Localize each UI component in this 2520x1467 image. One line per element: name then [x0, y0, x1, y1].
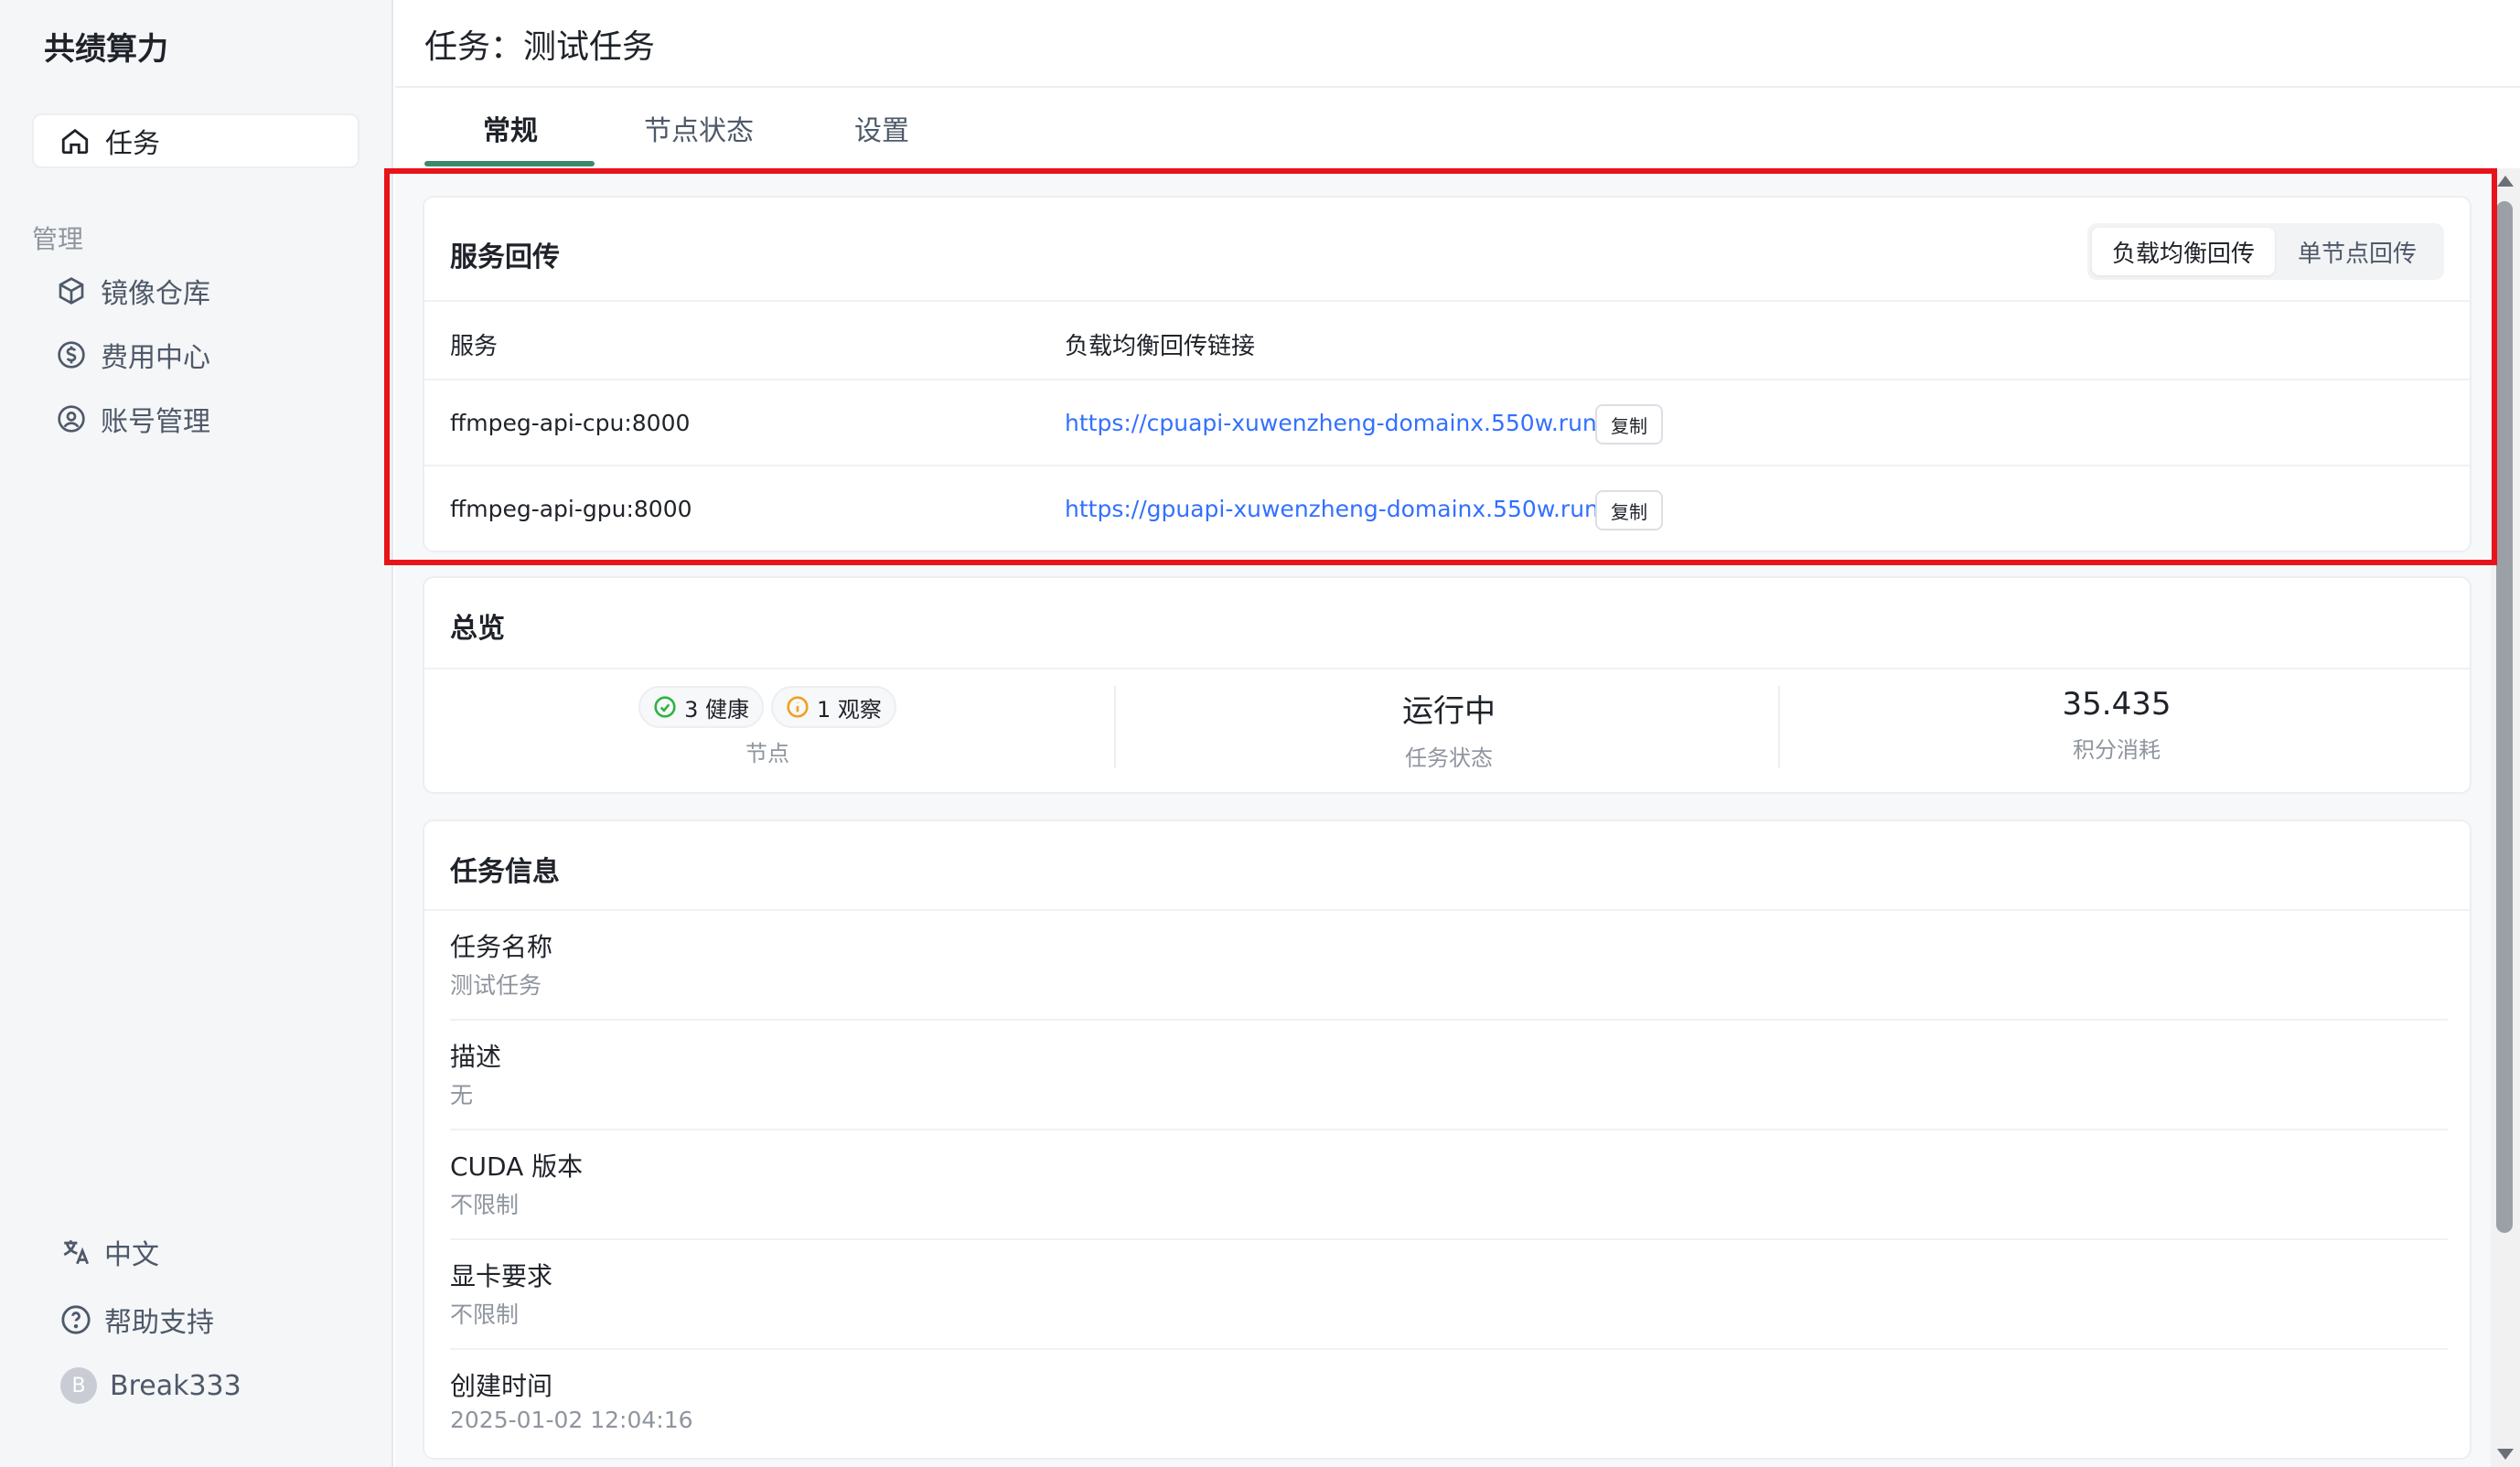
stat-task-status: 运行中 任务状态 — [1129, 686, 1769, 794]
box-icon — [59, 277, 84, 305]
help-circle-icon — [61, 1305, 91, 1334]
stat-value: 运行中 — [1402, 693, 1496, 730]
single-node-callback-option[interactable]: 单节点回传 — [2275, 228, 2440, 275]
service-name: ffmpeg-api-gpu:8000 — [450, 496, 692, 522]
divider — [424, 668, 2470, 669]
help-support-link[interactable]: 帮助支持 — [60, 1297, 214, 1343]
main-content: 任务：测试任务 常规 节点状态 设置 服务回传 负载均衡回传 单节点回传 服务 … — [395, 0, 2520, 1467]
language-label: 中文 — [104, 1239, 159, 1271]
copy-button[interactable]: 复制 — [1595, 404, 1663, 444]
tab-settings[interactable]: 设置 — [854, 108, 909, 148]
info-circle-icon — [787, 696, 809, 718]
service-name: ffmpeg-api-cpu:8000 — [450, 410, 691, 436]
stat-label: 积分消耗 — [2073, 737, 2161, 763]
username: Break333 — [110, 1369, 241, 1402]
info-value: 测试任务 — [450, 972, 542, 999]
language-switcher[interactable]: 中文 — [60, 1229, 159, 1275]
active-tab-indicator — [424, 161, 595, 166]
page-header: 任务：测试任务 — [395, 0, 2520, 88]
sidebar-group-label: 管理 — [32, 224, 84, 254]
tab-bar: 常规 节点状态 设置 — [395, 88, 2520, 168]
scroll-up-arrow-icon[interactable] — [2497, 176, 2514, 187]
card-title: 任务信息 — [450, 856, 560, 888]
callback-link[interactable]: https://cpuapi-xuwenzheng-domainx.550w.r… — [1065, 410, 1628, 436]
sidebar-item-account[interactable]: 账号管理 — [57, 396, 210, 442]
stat-value: 35.435 — [2062, 686, 2171, 723]
column-header-link: 负载均衡回传链接 — [1065, 333, 1256, 360]
sidebar-item-billing[interactable]: 费用中心 — [57, 332, 210, 378]
vertical-scrollbar[interactable] — [2491, 168, 2520, 1467]
callback-mode-toggle: 负载均衡回传 单节点回传 — [2087, 223, 2444, 280]
translate-icon — [63, 1240, 90, 1265]
card-title: 总览 — [450, 613, 505, 645]
info-value: 2025-01-02 12:04:16 — [450, 1407, 693, 1433]
check-circle-icon — [654, 696, 676, 718]
user-menu[interactable]: B Break333 — [60, 1363, 241, 1408]
copy-button[interactable]: 复制 — [1595, 490, 1663, 530]
help-label: 帮助支持 — [104, 1307, 214, 1339]
sidebar: 共绩算力 任务 管理 镜像仓库 费用中心 账号管理 中文 帮助支持 B Brea… — [0, 0, 393, 1467]
divider — [424, 379, 2470, 380]
divider — [1778, 686, 1780, 768]
info-row-cuda-version: CUDA 版本 不限制 — [450, 1130, 2448, 1240]
tab-node-status[interactable]: 节点状态 — [644, 108, 754, 148]
watch-count: 1 观察 — [817, 696, 882, 723]
scrollbar-thumb[interactable] — [2496, 201, 2513, 1233]
sidebar-item-label: 费用中心 — [101, 342, 210, 374]
overview-card: 总览 3 健康 1 观察 节点 运行中 任务状态 35.435 积分消耗 — [423, 576, 2472, 794]
watch-badge: 1 观察 — [771, 686, 896, 728]
brand-logo-text: 共绩算力 — [44, 31, 168, 68]
column-header-service: 服务 — [450, 333, 499, 360]
stat-nodes: 3 健康 1 观察 节点 — [461, 686, 1074, 794]
healthy-count: 3 健康 — [684, 696, 749, 723]
task-info-card: 任务信息 任务名称 测试任务 描述 无 CUDA 版本 不限制 显卡要求 不限制… — [423, 819, 2472, 1460]
info-label: 描述 — [450, 1042, 502, 1072]
info-row-created-time: 创建时间 2025-01-02 12:04:16 — [450, 1350, 2448, 1460]
info-row-description: 描述 无 — [450, 1021, 2448, 1130]
info-label: 显卡要求 — [450, 1261, 553, 1291]
sidebar-item-label: 账号管理 — [101, 406, 210, 438]
info-value: 不限制 — [450, 1192, 520, 1218]
info-label: 任务名称 — [450, 932, 553, 962]
tab-general[interactable]: 常规 — [483, 108, 538, 148]
home-icon — [61, 128, 89, 155]
sidebar-item-tasks[interactable]: 任务 — [32, 113, 359, 168]
healthy-badge: 3 健康 — [638, 686, 764, 728]
info-value: 不限制 — [450, 1301, 520, 1328]
stat-credits: 35.435 积分消耗 — [1796, 686, 2437, 794]
info-value: 无 — [450, 1082, 474, 1108]
service-callback-card: 服务回传 负载均衡回传 单节点回传 服务 负载均衡回传链接 ffmpeg-api… — [423, 196, 2472, 552]
dollar-icon — [58, 341, 85, 369]
load-balance-callback-option[interactable]: 负载均衡回传 — [2092, 228, 2275, 275]
stat-label: 任务状态 — [1405, 745, 1493, 771]
divider — [424, 465, 2470, 466]
sidebar-item-image-repo[interactable]: 镜像仓库 — [57, 268, 210, 314]
callback-link-text[interactable]: https://gpuapi-xuwenzheng-domainx.550w.r… — [1065, 496, 1599, 522]
sidebar-item-label: 任务 — [105, 128, 160, 160]
page-title: 任务：测试任务 — [424, 28, 656, 66]
info-row-task-name: 任务名称 测试任务 — [450, 911, 2448, 1021]
scroll-down-arrow-icon[interactable] — [2497, 1449, 2514, 1460]
info-row-gpu-requirement: 显卡要求 不限制 — [450, 1240, 2448, 1350]
stat-label: 节点 — [745, 741, 789, 766]
info-label: CUDA 版本 — [450, 1151, 584, 1182]
info-label: 创建时间 — [450, 1371, 553, 1401]
divider — [424, 300, 2470, 302]
callback-link[interactable]: https://gpuapi-xuwenzheng-domainx.550w.r… — [1065, 496, 1630, 522]
callback-link-text[interactable]: https://cpuapi-xuwenzheng-domainx.550w.r… — [1065, 410, 1597, 436]
card-title: 服务回传 — [450, 241, 560, 273]
avatar: B — [60, 1367, 97, 1404]
user-circle-icon — [58, 405, 85, 433]
sidebar-item-label: 镜像仓库 — [101, 278, 210, 310]
divider — [1114, 686, 1116, 768]
